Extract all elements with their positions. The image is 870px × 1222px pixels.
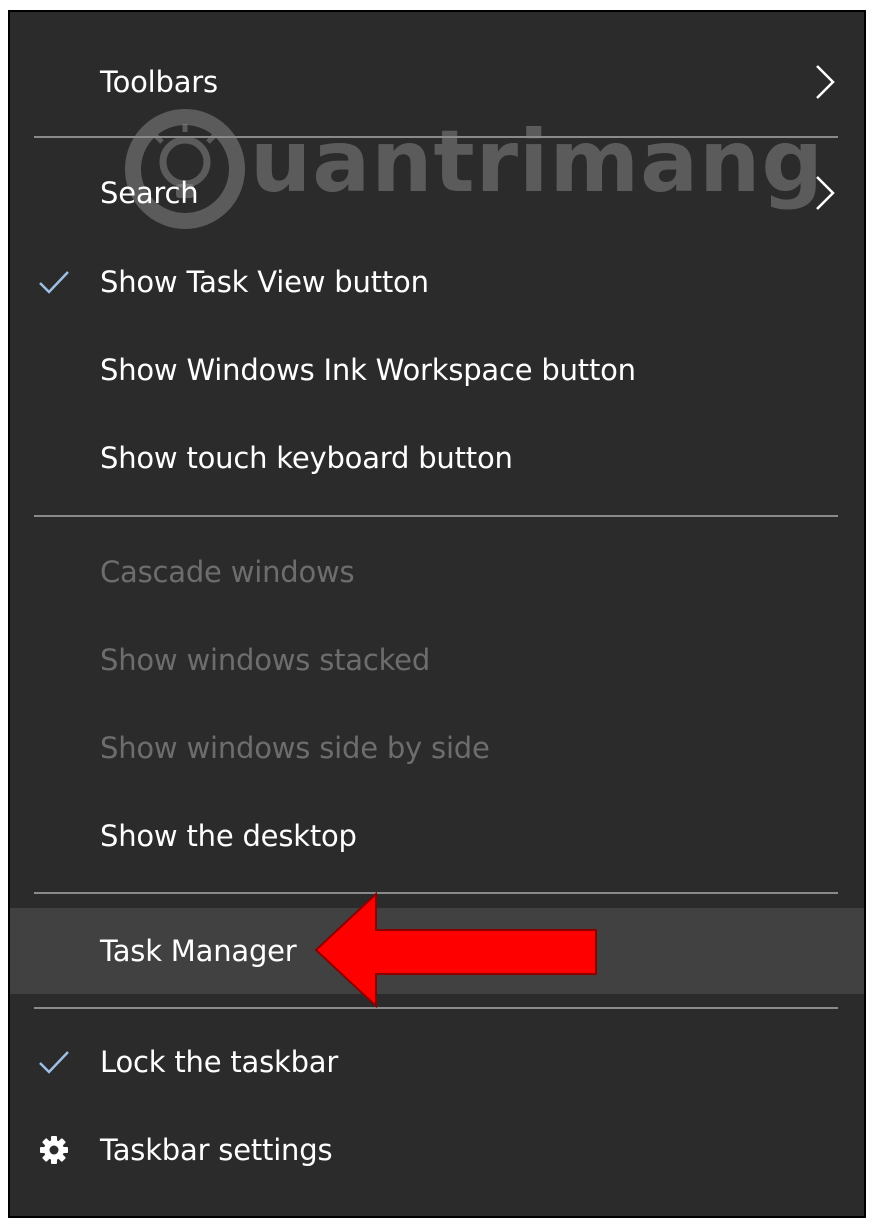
menu-item-toolbars[interactable]: Toolbars bbox=[10, 42, 864, 122]
chevron-right-icon bbox=[810, 173, 840, 213]
menu-item-search[interactable]: Search bbox=[10, 153, 864, 233]
menu-item-label: Cascade windows bbox=[100, 555, 355, 589]
chevron-right-icon bbox=[810, 62, 840, 102]
menu-item-label: Show Task View button bbox=[100, 265, 429, 299]
menu-item-show-task-view[interactable]: Show Task View button bbox=[10, 242, 864, 322]
menu-item-show-windows-ink[interactable]: Show Windows Ink Workspace button bbox=[10, 330, 864, 410]
menu-item-show-windows-stacked: Show windows stacked bbox=[10, 620, 864, 700]
red-arrow-icon bbox=[314, 892, 597, 1008]
menu-item-label: Taskbar settings bbox=[100, 1133, 333, 1167]
menu-item-label: Show touch keyboard button bbox=[100, 441, 513, 475]
menu-item-show-desktop[interactable]: Show the desktop bbox=[10, 796, 864, 876]
checkmark-icon bbox=[34, 262, 74, 302]
menu-item-show-touch-keyboard[interactable]: Show touch keyboard button bbox=[10, 418, 864, 498]
menu-separator bbox=[34, 136, 838, 138]
menu-item-taskbar-settings[interactable]: Taskbar settings bbox=[10, 1110, 864, 1190]
menu-item-lock-taskbar[interactable]: Lock the taskbar bbox=[10, 1022, 864, 1102]
menu-item-label: Show windows side by side bbox=[100, 731, 490, 765]
menu-item-label: Show Windows Ink Workspace button bbox=[100, 353, 636, 387]
menu-item-label: Lock the taskbar bbox=[100, 1045, 339, 1079]
menu-item-label: Show the desktop bbox=[100, 819, 357, 853]
gear-icon bbox=[34, 1130, 74, 1170]
checkmark-icon bbox=[34, 1042, 74, 1082]
menu-item-label: Toolbars bbox=[100, 65, 218, 99]
menu-item-show-windows-side-by-side: Show windows side by side bbox=[10, 708, 864, 788]
taskbar-context-menu: uantrimang Toolbars Search Show Task Vie… bbox=[8, 10, 866, 1218]
menu-separator bbox=[34, 515, 838, 517]
menu-item-label: Search bbox=[100, 176, 199, 210]
menu-item-label: Task Manager bbox=[100, 934, 297, 968]
menu-item-label: Show windows stacked bbox=[100, 643, 431, 677]
menu-item-cascade-windows: Cascade windows bbox=[10, 532, 864, 612]
